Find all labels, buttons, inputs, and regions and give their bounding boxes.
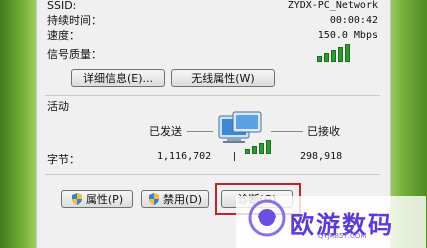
sent-bytes-value: 1,116,702 xyxy=(157,151,212,162)
sent-label: 已发送 xyxy=(149,125,182,138)
wireless-properties-button-label: 无线属性(W) xyxy=(191,72,255,85)
activity-signal-bar xyxy=(245,149,250,154)
duration-row: 持续时间： 00:00:42 xyxy=(47,13,378,27)
signal-strength-icon xyxy=(317,44,350,62)
duration-label: 持续时间： xyxy=(47,14,102,27)
received-line xyxy=(271,131,303,132)
signal-bar xyxy=(345,44,350,62)
watermark-subtext: QYJK857.COM xyxy=(318,232,367,240)
disable-button-label: 禁用(D) xyxy=(162,193,203,206)
activity-signal-icon xyxy=(245,140,271,154)
signal-bar xyxy=(317,56,322,62)
signal-bar xyxy=(331,50,336,62)
activity-signal-bar xyxy=(259,143,264,154)
received-label: 已接收 xyxy=(307,125,340,138)
ssid-label: SSID: xyxy=(47,0,77,12)
signal-bar xyxy=(338,47,343,62)
speed-value: 150.0 Mbps xyxy=(317,29,378,41)
center-divider xyxy=(234,152,235,161)
shield-icon xyxy=(71,193,82,205)
sent-line xyxy=(187,131,213,132)
divider xyxy=(45,174,380,175)
activity-title: 活动 xyxy=(47,100,69,113)
watermark-logo-icon xyxy=(248,198,286,238)
desktop-background-left xyxy=(0,0,36,248)
duration-value: 00:00:42 xyxy=(329,14,378,26)
speed-label: 速度： xyxy=(47,29,80,42)
signal-label: 信号质量： xyxy=(47,48,102,61)
disable-button[interactable]: 禁用(D) xyxy=(141,190,209,208)
signal-bar xyxy=(324,53,329,62)
activity-signal-bar xyxy=(252,146,257,154)
wireless-properties-button[interactable]: 无线属性(W) xyxy=(171,69,275,87)
details-button[interactable]: 详细信息(E)... xyxy=(71,69,165,87)
ssid-row: SSID: ZYDX-PC_Network xyxy=(47,0,378,12)
details-button-label: 详细信息(E)... xyxy=(82,72,154,85)
divider xyxy=(45,95,380,96)
properties-button-label: 属性(P) xyxy=(85,193,124,206)
received-bytes-value: 298,918 xyxy=(300,151,343,162)
activity-signal-bar xyxy=(266,140,271,154)
shield-icon xyxy=(148,193,159,205)
bytes-label: 字节： xyxy=(47,153,80,166)
speed-row: 速度： 150.0 Mbps xyxy=(47,28,378,42)
ssid-value: ZYDX-PC_Network xyxy=(287,0,378,11)
properties-button[interactable]: 属性(P) xyxy=(61,190,133,208)
